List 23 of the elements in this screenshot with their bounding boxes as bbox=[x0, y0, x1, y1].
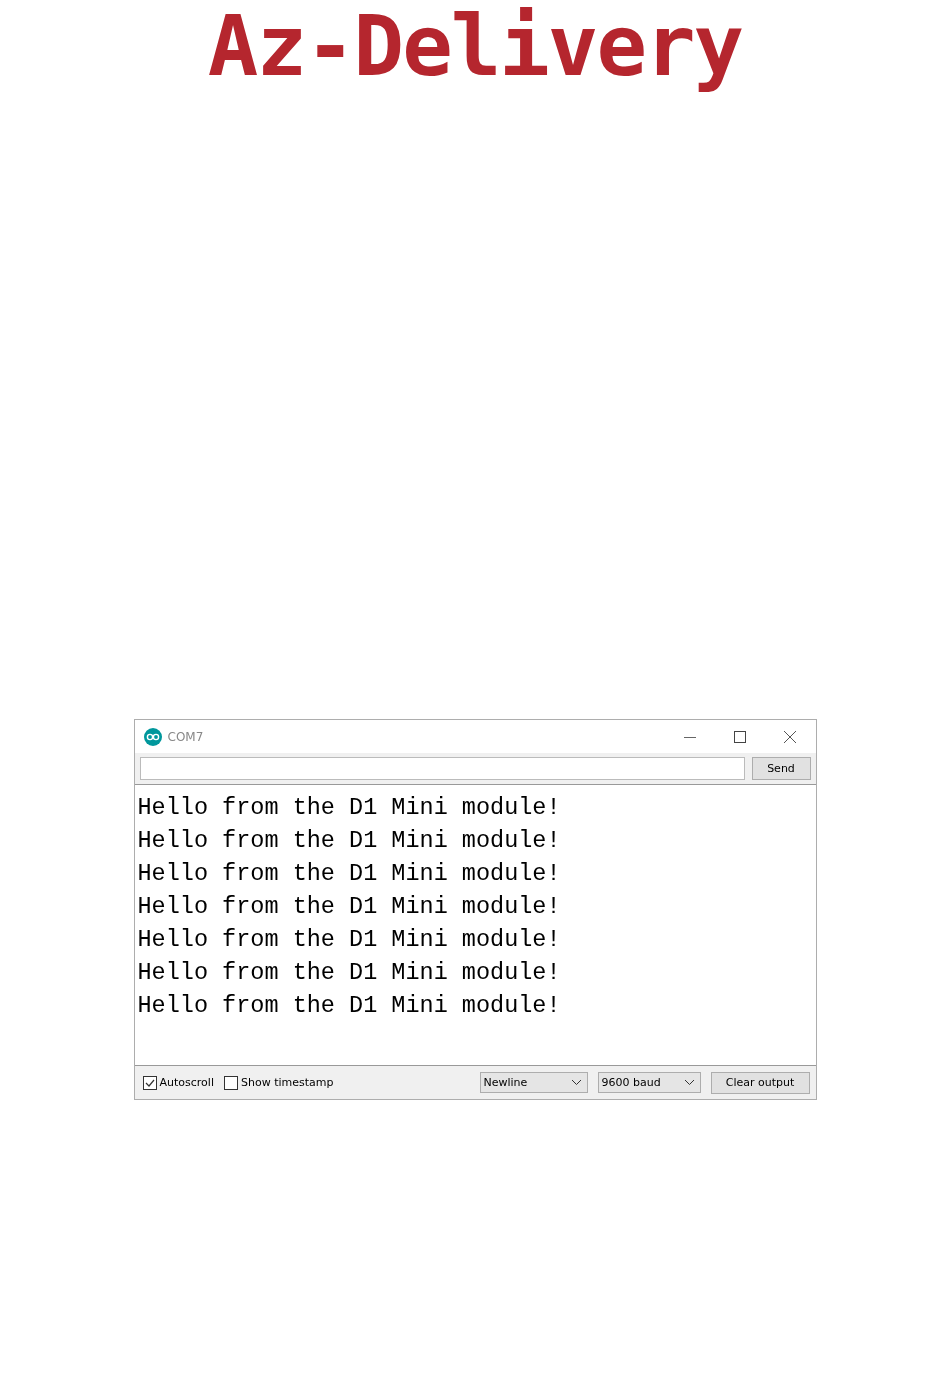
app-icon bbox=[143, 727, 162, 746]
output-line: Hello from the D1 Mini module! bbox=[137, 925, 562, 955]
output-line: Hello from the D1 Mini module! bbox=[137, 826, 562, 856]
line-ending-dropdown[interactable]: Newline bbox=[479, 1072, 588, 1093]
output-line: Hello from the D1 Mini module! bbox=[137, 859, 562, 889]
caret-icon bbox=[684, 1080, 694, 1085]
checkbox-label: Autoscroll bbox=[159, 1076, 214, 1089]
output-line: Hello from the D1 Mini module! bbox=[137, 892, 562, 922]
input-field[interactable] bbox=[139, 757, 745, 780]
logo: Az-Delivery bbox=[207, 0, 743, 96]
checkbox-label: Show timestamp bbox=[240, 1076, 334, 1089]
send-button[interactable]: Send bbox=[751, 757, 811, 780]
maximize-icon[interactable] bbox=[733, 730, 746, 743]
baud-rate-dropdown[interactable]: 9600 baud bbox=[597, 1072, 701, 1093]
caret-icon bbox=[571, 1080, 581, 1085]
clear-output-button[interactable]: Clear output bbox=[710, 1071, 810, 1094]
close-icon[interactable] bbox=[783, 730, 796, 743]
output-line: Hello from the D1 Mini module! bbox=[137, 958, 562, 988]
window-title: COM7 bbox=[167, 729, 204, 744]
output-line: Hello from the D1 Mini module! bbox=[137, 991, 562, 1021]
checkbox[interactable] bbox=[142, 1075, 157, 1090]
output-line: Hello from the D1 Mini module! bbox=[137, 793, 562, 823]
checkbox[interactable] bbox=[223, 1075, 238, 1090]
